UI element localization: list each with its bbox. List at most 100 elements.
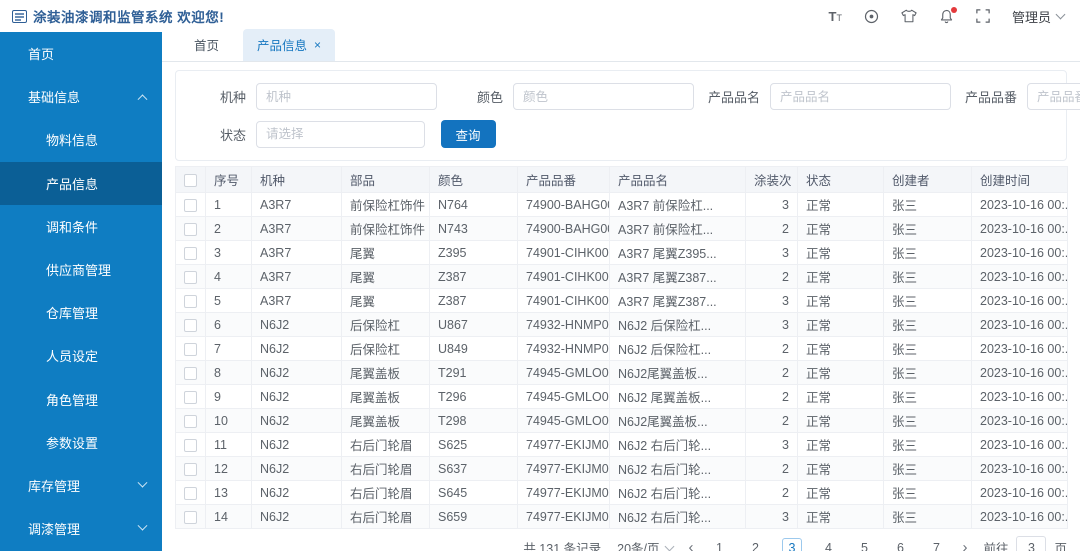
sidebar-item[interactable]: 供应商管理 <box>0 248 162 291</box>
column-header: 部品 <box>341 166 430 193</box>
sidebar-item[interactable]: 角色管理 <box>0 378 162 421</box>
cell-status: 正常 <box>797 336 884 361</box>
sidebar-item[interactable]: 首页 <box>0 32 162 75</box>
goto-page-input[interactable] <box>1016 536 1047 551</box>
cell-part-no: 74977-EKIJM0... <box>517 480 610 505</box>
fullscreen-icon[interactable] <box>976 9 990 23</box>
notification-bell-icon[interactable] <box>939 6 957 24</box>
cell-status: 正常 <box>797 504 884 529</box>
row-checkbox[interactable] <box>184 198 197 212</box>
color-input[interactable] <box>513 83 694 110</box>
table-row: 4A3R7尾翼Z38774901-CIHK00...A3R7 尾翼Z387...… <box>175 264 1068 289</box>
prev-page-button[interactable]: ‹ <box>689 540 694 551</box>
page-number[interactable]: 3 <box>781 537 803 551</box>
cell-part-no: 74977-EKIJM0... <box>517 432 610 457</box>
table-row: 14N6J2右后门轮眉S65974977-EKIJM0...N6J2 右后门轮.… <box>175 504 1068 529</box>
cell-part-no: 74932-HNMP0... <box>517 336 610 361</box>
row-checkbox[interactable] <box>184 342 197 356</box>
cell-color: S659 <box>429 504 518 529</box>
sidebar-item[interactable]: 参数设置 <box>0 421 162 464</box>
table-row: 11N6J2右后门轮眉S62574977-EKIJM0...N6J2 右后门轮.… <box>175 432 1068 457</box>
sidebar-item-label: 产品信息 <box>46 176 99 192</box>
row-checkbox[interactable] <box>184 318 197 332</box>
cell-part: 右后门轮眉 <box>341 456 430 481</box>
tab-close-icon[interactable]: × <box>314 39 321 51</box>
product-no-input[interactable] <box>1027 83 1080 110</box>
sidebar-item[interactable]: 基础信息 <box>0 75 162 118</box>
cell-color: Z387 <box>429 264 518 289</box>
row-checkbox[interactable] <box>184 390 197 404</box>
cell-model: N6J2 <box>251 312 342 337</box>
page-number-list: 1 2 3 4 5 6 7 <box>710 537 947 551</box>
filter-row-2: 状态 查询 <box>180 120 1052 148</box>
cell-created: 2023-10-16 00:... <box>971 216 1068 241</box>
notification-badge <box>950 6 957 13</box>
cell-name: N6J2 右后门轮... <box>609 456 746 481</box>
sidebar-item[interactable]: 调和条件 <box>0 205 162 248</box>
sidebar-item-label: 角色管理 <box>46 392 99 408</box>
cell-part-no: 74901-CIHK00... <box>517 264 610 289</box>
next-page-button[interactable]: › <box>962 540 967 551</box>
select-all-checkbox[interactable] <box>184 173 197 187</box>
cell-name: N6J2 尾翼盖板... <box>609 384 746 409</box>
product-name-input[interactable] <box>770 83 951 110</box>
cell-model: N6J2 <box>251 504 342 529</box>
model-label: 机种 <box>219 90 246 105</box>
cell-part: 后保险杠 <box>341 336 430 361</box>
status-select[interactable] <box>256 120 425 148</box>
page-number[interactable]: 1 <box>710 541 730 551</box>
tab[interactable]: 产品信息 × <box>243 29 336 61</box>
cell-created: 2023-10-16 00:... <box>971 288 1068 313</box>
sidebar-item[interactable]: 人员设定 <box>0 334 162 377</box>
row-checkbox[interactable] <box>184 462 197 476</box>
row-checkbox[interactable] <box>184 246 197 260</box>
page-number[interactable]: 4 <box>818 541 838 551</box>
row-checkbox[interactable] <box>184 270 197 284</box>
cell-model: A3R7 <box>251 240 342 265</box>
filter-panel: 机种 颜色 产品品名 产品品番 状态 <box>175 70 1080 161</box>
theme-shirt-icon[interactable] <box>901 9 917 23</box>
cell-status: 正常 <box>797 264 884 289</box>
cell-part: 尾翼盖板 <box>341 408 430 433</box>
sidebar-item[interactable]: 仓库管理 <box>0 291 162 334</box>
table-row: 6N6J2后保险杠U86774932-HNMP0...N6J2 后保险杠...3… <box>175 312 1068 337</box>
column-header: 机种 <box>251 166 342 193</box>
table-row: 1A3R7前保险杠饰件N76474900-BAHG00...A3R7 前保险杠.… <box>175 192 1068 217</box>
tab[interactable]: 首页 <box>180 29 233 61</box>
page-number[interactable]: 2 <box>746 541 766 551</box>
sidebar-item[interactable]: 库存管理 <box>0 464 162 507</box>
user-menu[interactable]: 管理员 <box>1012 7 1066 26</box>
total-records: 共 131 条记录 <box>523 542 602 551</box>
row-checkbox[interactable] <box>184 414 197 428</box>
sidebar-item-label: 调漆管理 <box>28 522 81 538</box>
sidebar-item[interactable]: 调漆管理 <box>0 507 162 550</box>
table-header-row: 序号 机种 部品 颜色 产品品番 产品品名 涂装次 状态 创建者 创建时间 <box>175 166 1068 193</box>
cell-coats: 3 <box>745 504 798 529</box>
page-size-select[interactable]: 20条/页 <box>617 538 674 551</box>
cell-no: 3 <box>205 240 252 265</box>
cell-part-no: 74945-GMLO0... <box>517 408 610 433</box>
goto-label: 前往 <box>983 542 1009 551</box>
cell-creator: 张三 <box>883 264 972 289</box>
page-number[interactable]: 5 <box>854 541 874 551</box>
row-checkbox[interactable] <box>184 366 197 380</box>
search-button[interactable]: 查询 <box>440 120 496 148</box>
cell-status: 正常 <box>797 408 884 433</box>
row-checkbox[interactable] <box>184 438 197 452</box>
record-circle-icon[interactable] <box>864 9 879 24</box>
chevron-up-icon <box>137 94 148 105</box>
sidebar-item-label: 调和条件 <box>46 219 99 235</box>
font-size-icon[interactable]: TT <box>829 9 842 24</box>
page-number[interactable]: 6 <box>890 541 910 551</box>
page-number[interactable]: 7 <box>926 541 946 551</box>
sidebar-item[interactable]: 物料信息 <box>0 118 162 161</box>
row-checkbox[interactable] <box>184 486 197 500</box>
cell-part-no: 74901-CIHK00... <box>517 240 610 265</box>
model-input[interactable] <box>256 83 437 110</box>
cell-coats: 3 <box>745 288 798 313</box>
row-checkbox[interactable] <box>184 294 197 308</box>
row-checkbox[interactable] <box>184 510 197 524</box>
sidebar-item[interactable]: 产品信息 <box>0 161 162 205</box>
sidebar-item-label: 供应商管理 <box>46 263 112 279</box>
row-checkbox[interactable] <box>184 222 197 236</box>
